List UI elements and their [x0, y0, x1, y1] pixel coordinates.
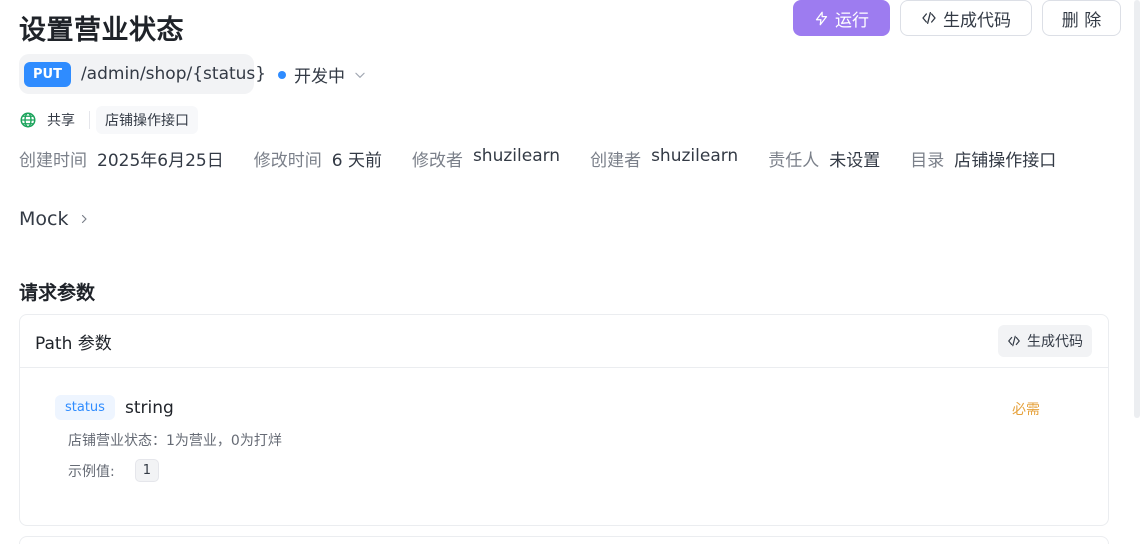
- page-title: 设置营业状态: [19, 15, 184, 46]
- share-row: 共享 店铺操作接口: [19, 106, 198, 134]
- owner-value[interactable]: 未设置: [829, 146, 880, 171]
- divider: [89, 111, 90, 129]
- example-value[interactable]: 1: [134, 459, 159, 482]
- meta-row: 创建时间 2025年6月25日 修改时间 6 天前 修改者 shuzilearn…: [19, 146, 1086, 171]
- action-bar: 运行 生成代码 删 除: [793, 0, 1121, 36]
- path-params-card: Path 参数 生成代码 status string 必需 店铺营业状态：1为营…: [19, 314, 1109, 526]
- endpoint-path: /admin/shop/{status}: [80, 64, 267, 84]
- status-label: 开发中: [294, 67, 345, 87]
- modifier-value: shuzilearn: [472, 146, 561, 166]
- generate-code-label: 生成代码: [943, 10, 1011, 31]
- param-type: string: [125, 398, 174, 418]
- delete-button-label: 删 除: [1061, 10, 1102, 31]
- creator-value: shuzilearn: [651, 146, 739, 166]
- creator-label: 创建者: [590, 151, 642, 171]
- run-button[interactable]: 运行: [793, 0, 890, 36]
- method-badge: PUT: [24, 61, 71, 87]
- status-dot-icon: [278, 70, 286, 79]
- share-label[interactable]: 共享: [47, 110, 75, 130]
- run-button-label: 运行: [835, 10, 869, 31]
- modified-value: 6 天前: [331, 151, 382, 171]
- card-header: Path 参数 生成代码: [20, 315, 1108, 368]
- globe-icon: [19, 111, 37, 129]
- chevron-down-icon: [353, 68, 367, 82]
- chevron-right-icon: [78, 213, 90, 225]
- generate-code-small-button[interactable]: 生成代码: [998, 325, 1092, 357]
- lightning-icon: [814, 11, 829, 26]
- modifier-label: 修改者: [411, 151, 463, 171]
- scrollbar[interactable]: [1134, 0, 1140, 418]
- code-icon: [1007, 334, 1021, 348]
- generate-code-button[interactable]: 生成代码: [900, 0, 1032, 36]
- folder-label: 目录: [910, 151, 945, 171]
- path-params-title: Path 参数: [35, 333, 112, 354]
- request-params-title: 请求参数: [19, 282, 96, 304]
- api-doc-page: 设置营业状态 运行 生成代码 删 除 PUT /admin/shop/{stat…: [0, 0, 1141, 544]
- mock-label: Mock: [19, 208, 69, 230]
- next-card-edge: [19, 536, 1109, 544]
- param-example: 示例值: 1: [68, 459, 159, 482]
- owner-label: 责任人: [768, 151, 820, 171]
- delete-button[interactable]: 删 除: [1042, 0, 1121, 36]
- param-description: 店铺营业状态：1为营业，0为打烊: [68, 433, 282, 449]
- modified-label: 修改时间: [253, 151, 322, 171]
- status-dropdown[interactable]: 开发中: [278, 62, 367, 87]
- created-label: 创建时间: [19, 151, 87, 171]
- folder-tag[interactable]: 店铺操作接口: [96, 106, 198, 134]
- created-value: 2025年6月25日: [97, 151, 224, 171]
- param-name: status: [55, 395, 115, 420]
- mock-toggle[interactable]: Mock: [19, 208, 90, 230]
- example-label: 示例值:: [68, 463, 115, 480]
- param-required: 必需: [1012, 402, 1040, 418]
- code-icon: [921, 10, 937, 26]
- folder-value[interactable]: 店铺操作接口: [954, 146, 1056, 171]
- generate-code-small-label: 生成代码: [1027, 334, 1083, 350]
- endpoint-url[interactable]: PUT /admin/shop/{status}: [19, 54, 266, 94]
